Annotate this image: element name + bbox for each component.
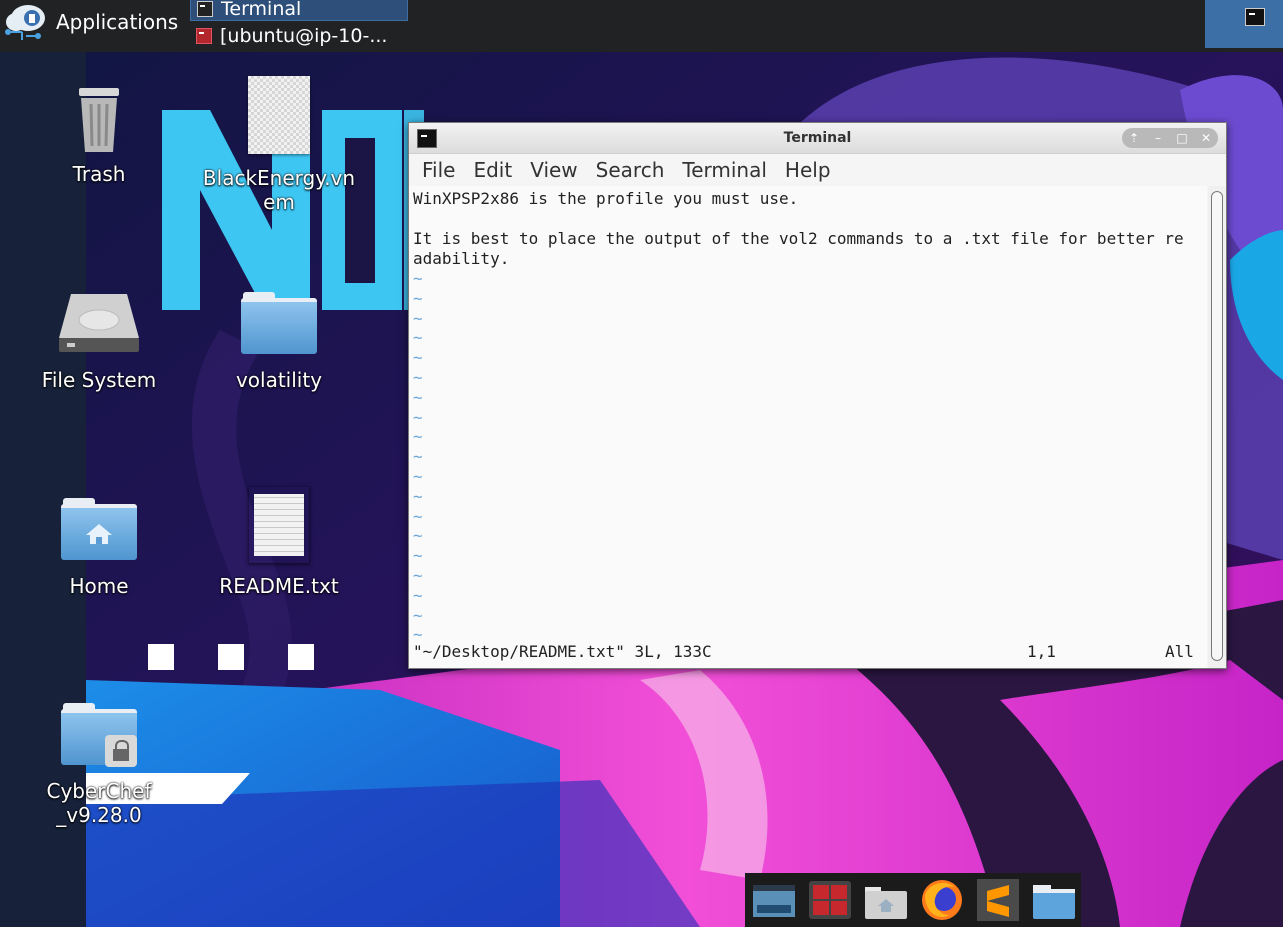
desktop-icon-label: CyberChef_v9.28.0 bbox=[46, 779, 152, 827]
cloud-logo-icon bbox=[5, 5, 45, 40]
desktop-icon-readme[interactable]: README.txt bbox=[209, 486, 349, 598]
tilde-marker: ~ bbox=[413, 506, 423, 526]
tilde-marker: ~ bbox=[413, 407, 423, 427]
menu-terminal[interactable]: Terminal bbox=[673, 158, 776, 182]
keep-above-icon[interactable]: ⇡ bbox=[1126, 131, 1142, 145]
taskbar-item-label: [ubuntu@ip-10-... bbox=[220, 25, 388, 47]
maximize-icon[interactable]: □ bbox=[1174, 131, 1190, 145]
desktop-icon-label: BlackEnergy.vnem bbox=[202, 166, 356, 214]
desktop-icon-home[interactable]: Home bbox=[29, 498, 169, 598]
drag-handle[interactable] bbox=[288, 644, 314, 670]
scrollbar[interactable] bbox=[1208, 186, 1226, 668]
folder-icon bbox=[241, 292, 317, 354]
home-folder-icon bbox=[61, 498, 137, 560]
taskbar-item-ssh-session[interactable]: [ubuntu@ip-10-... bbox=[190, 25, 408, 47]
text-line: It is best to place the output of the vo… bbox=[413, 229, 1184, 248]
vim-status-file: "~/Desktop/README.txt" 3L, 133C bbox=[413, 642, 712, 661]
tilde-marker: ~ bbox=[413, 467, 423, 486]
drag-handle[interactable] bbox=[218, 644, 244, 670]
window-title: Terminal bbox=[783, 130, 852, 146]
minimize-icon[interactable]: – bbox=[1150, 131, 1166, 145]
tilde-marker: ~ bbox=[413, 368, 423, 387]
tilde-marker: ~ bbox=[413, 387, 423, 407]
home-folder-icon[interactable] bbox=[863, 877, 909, 923]
terminal-icon bbox=[1245, 8, 1265, 26]
hard-drive-icon bbox=[59, 294, 139, 352]
text-file-icon bbox=[248, 486, 310, 564]
firefox-icon[interactable] bbox=[919, 877, 965, 923]
tilde-marker: ~ bbox=[413, 308, 423, 328]
menubar: File Edit View Search Terminal Help bbox=[409, 154, 1226, 186]
desktop-icon-cyberchef[interactable]: CyberChef_v9.28.0 bbox=[29, 703, 169, 827]
taskbar-item-label: Terminal bbox=[221, 0, 302, 20]
tilde-marker: ~ bbox=[413, 348, 423, 368]
desktop-icon-label: volatility bbox=[235, 368, 323, 392]
text-line: WinXPSP2x86 is the profile you must use. bbox=[413, 189, 799, 208]
scrollbar-thumb[interactable] bbox=[1211, 191, 1223, 661]
menu-search[interactable]: Search bbox=[587, 158, 674, 182]
top-panel: Applications Terminal [ubuntu@ip-10-... bbox=[0, 0, 1283, 52]
terminal-content[interactable]: WinXPSP2x86 is the profile you must use.… bbox=[409, 186, 1207, 668]
desktop-icon-label: Home bbox=[69, 574, 129, 598]
terminal-icon bbox=[197, 1, 213, 17]
desktop-icon-label: Trash bbox=[72, 162, 126, 186]
show-desktop-button[interactable] bbox=[1205, 0, 1283, 48]
tilde-marker: ~ bbox=[413, 566, 423, 585]
desktop-icon-label: File System bbox=[41, 368, 157, 392]
terminal-icon bbox=[196, 28, 212, 44]
tilde-marker: ~ bbox=[413, 269, 423, 288]
taskbar-item-terminal[interactable]: Terminal bbox=[190, 0, 408, 21]
tilde-marker: ~ bbox=[413, 328, 423, 348]
applications-label: Applications bbox=[56, 10, 179, 34]
menu-view[interactable]: View bbox=[521, 158, 586, 182]
files-icon[interactable] bbox=[1031, 877, 1077, 923]
file-icon bbox=[248, 76, 310, 154]
tilde-marker: ~ bbox=[413, 447, 423, 467]
desktop-icon-volatility[interactable]: volatility bbox=[209, 292, 349, 392]
menu-help[interactable]: Help bbox=[776, 158, 840, 182]
lock-icon bbox=[105, 735, 137, 767]
tilde-marker: ~ bbox=[413, 427, 423, 447]
vim-scroll-position: All bbox=[1165, 642, 1194, 661]
vim-cursor-position: 1,1 bbox=[1027, 642, 1056, 661]
terminal-window: Terminal ⇡ – □ ✕ File Edit View Search T… bbox=[408, 122, 1227, 669]
applications-menu-button[interactable]: Applications bbox=[0, 0, 178, 44]
tilde-marker: ~ bbox=[413, 288, 423, 308]
folder-icon bbox=[61, 703, 137, 767]
menu-file[interactable]: File bbox=[413, 158, 464, 182]
trash-icon bbox=[79, 88, 119, 152]
tilde-marker: ~ bbox=[413, 546, 423, 566]
desktop-icon-label: README.txt bbox=[219, 574, 339, 598]
tilde-marker: ~ bbox=[413, 526, 423, 546]
window-controls: ⇡ – □ ✕ bbox=[1122, 128, 1218, 148]
tilde-marker: ~ bbox=[413, 585, 423, 605]
dock bbox=[745, 873, 1081, 927]
desktop-icon-trash[interactable]: Trash bbox=[29, 86, 169, 186]
sublime-text-icon[interactable] bbox=[975, 877, 1021, 923]
desktop-icon[interactable] bbox=[751, 877, 797, 923]
terminal-icon[interactable] bbox=[807, 877, 853, 923]
text-line: adability. bbox=[413, 249, 510, 268]
desktop-icon-blackenergy[interactable]: BlackEnergy.vnem bbox=[203, 76, 355, 214]
drag-handle[interactable] bbox=[148, 644, 174, 670]
window-titlebar[interactable]: Terminal ⇡ – □ ✕ bbox=[409, 123, 1226, 154]
desktop-icon-file-system[interactable]: File System bbox=[29, 292, 169, 392]
tilde-marker: ~ bbox=[413, 486, 423, 506]
menu-edit[interactable]: Edit bbox=[464, 158, 521, 182]
close-icon[interactable]: ✕ bbox=[1198, 131, 1214, 145]
tilde-marker: ~ bbox=[413, 605, 423, 625]
